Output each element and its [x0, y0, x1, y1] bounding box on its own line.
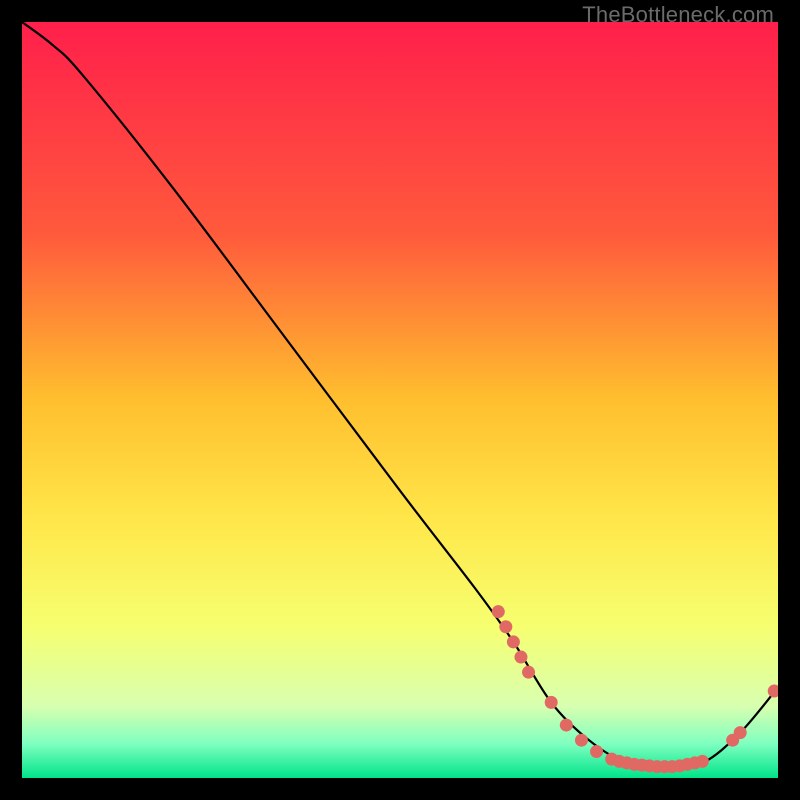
marker-point [545, 696, 558, 709]
marker-point [522, 666, 535, 679]
marker-point [575, 734, 588, 747]
marker-point [492, 605, 505, 618]
marker-point [734, 726, 747, 739]
marker-point [696, 755, 709, 768]
marker-point [499, 620, 512, 633]
marker-point [590, 745, 603, 758]
chart-background [22, 22, 778, 778]
marker-point [514, 651, 527, 664]
marker-point [560, 719, 573, 732]
marker-point [507, 635, 520, 648]
chart-frame [22, 22, 778, 778]
bottleneck-chart [22, 22, 778, 778]
